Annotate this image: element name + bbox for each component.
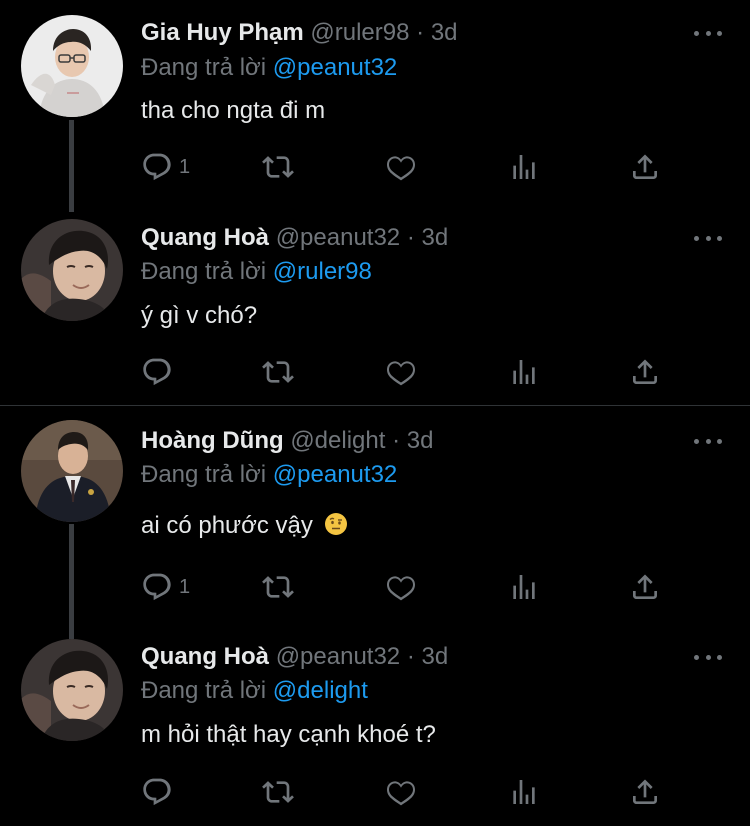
tweet-text: tha cho ngta đi m	[141, 97, 326, 124]
more-dots-icon[interactable]	[694, 652, 722, 662]
avatar[interactable]	[21, 15, 123, 117]
analytics-icon	[513, 155, 535, 179]
display-name[interactable]: Hoàng Dũng	[141, 427, 284, 454]
more-dots-icon[interactable]	[694, 28, 722, 38]
display-name[interactable]: Quang Hoà	[141, 643, 269, 670]
share-button[interactable]	[629, 567, 661, 607]
retweet-button[interactable]	[262, 772, 294, 812]
replying-prefix: Đang trả lời	[141, 258, 267, 285]
retweet-icon	[262, 576, 294, 598]
tweet[interactable]: Hoàng Dũng @delight · 3d Đang trả lời @p…	[0, 406, 750, 639]
heart-icon	[387, 576, 415, 601]
timestamp[interactable]: 3d	[422, 643, 449, 670]
retweet-icon	[262, 156, 294, 178]
analytics-button[interactable]	[508, 772, 540, 812]
action-bar: 1	[0, 567, 750, 607]
analytics-icon	[513, 575, 535, 599]
reply-icon	[143, 153, 171, 181]
user-handle[interactable]: @peanut32	[276, 643, 400, 670]
timestamp[interactable]: 3d	[407, 427, 434, 454]
share-button[interactable]	[629, 147, 661, 187]
tweet[interactable]: Gia Huy Phạm @ruler98 · 3d Đang trả lời …	[0, 0, 750, 212]
action-bar	[0, 772, 750, 812]
heart-icon	[387, 361, 415, 386]
timestamp[interactable]: 3d	[431, 19, 458, 46]
replying-to-line: Đang trả lời @ruler98	[141, 256, 372, 288]
retweet-icon	[262, 361, 294, 383]
reply-button[interactable]: 1	[141, 567, 190, 607]
replying-to-line: Đang trả lời @peanut32	[141, 459, 397, 491]
analytics-button[interactable]	[508, 567, 540, 607]
share-icon	[633, 779, 657, 804]
replying-to-line: Đang trả lời @delight	[141, 675, 368, 707]
like-button[interactable]	[385, 772, 417, 812]
user-handle[interactable]: @ruler98	[310, 19, 409, 46]
reply-button[interactable]: 1	[141, 147, 190, 187]
analytics-button[interactable]	[508, 147, 540, 187]
avatar[interactable]	[21, 639, 123, 741]
display-name[interactable]: Gia Huy Phạm	[141, 19, 304, 46]
timestamp[interactable]: 3d	[422, 224, 449, 251]
more-dots-icon[interactable]	[694, 436, 722, 446]
retweet-button[interactable]	[262, 352, 294, 392]
mention-link[interactable]: @delight	[273, 677, 368, 704]
retweet-button[interactable]	[262, 567, 294, 607]
raised-eyebrow-emoji	[324, 513, 347, 535]
action-bar	[0, 352, 750, 392]
avatar[interactable]	[21, 219, 123, 321]
tweet-text: ai có phước vậy	[141, 512, 313, 539]
reply-count: 1	[179, 575, 191, 598]
share-button[interactable]	[629, 772, 661, 812]
separator-dot: ·	[416, 19, 425, 46]
user-handle[interactable]: @delight	[290, 427, 385, 454]
reply-button[interactable]	[141, 352, 179, 392]
separator-dot: ·	[392, 427, 401, 454]
mention-link[interactable]: @peanut32	[273, 54, 397, 81]
mention-link[interactable]: @ruler98	[273, 258, 372, 285]
tweet[interactable]: Quang Hoà @peanut32 · 3d Đang trả lời @r…	[0, 205, 750, 405]
analytics-icon	[513, 360, 535, 384]
reply-icon	[143, 358, 171, 386]
separator-dot: ·	[406, 643, 415, 670]
retweet-button[interactable]	[262, 147, 294, 187]
share-button[interactable]	[629, 352, 661, 392]
replying-prefix: Đang trả lời	[141, 54, 267, 81]
analytics-icon	[513, 780, 535, 804]
user-handle[interactable]: @peanut32	[276, 224, 400, 251]
reply-icon	[143, 778, 171, 806]
like-button[interactable]	[385, 352, 417, 392]
tweet[interactable]: Quang Hoà @peanut32 · 3d Đang trả lời @d…	[0, 624, 750, 826]
action-bar: 1	[0, 147, 750, 187]
retweet-icon	[262, 781, 294, 803]
share-icon	[633, 154, 657, 179]
reply-icon	[143, 573, 171, 601]
replying-prefix: Đang trả lời	[141, 677, 267, 704]
reply-count: 1	[179, 155, 191, 178]
separator-dot: ·	[406, 224, 415, 251]
analytics-button[interactable]	[508, 352, 540, 392]
tweet-text-line: ai có phước vậy	[141, 510, 348, 542]
replying-prefix: Đang trả lời	[141, 461, 267, 488]
like-button[interactable]	[385, 567, 417, 607]
more-dots-icon[interactable]	[694, 233, 722, 243]
heart-icon	[387, 156, 415, 181]
like-button[interactable]	[385, 147, 417, 187]
heart-icon	[387, 781, 415, 806]
avatar[interactable]	[21, 420, 123, 522]
tweet-text: m hỏi thật hay cạnh khoé t?	[141, 721, 436, 748]
mention-link[interactable]: @peanut32	[273, 461, 397, 488]
display-name[interactable]: Quang Hoà	[141, 224, 269, 251]
replying-to-line: Đang trả lời @peanut32	[141, 52, 397, 84]
tweet-text: ý gì v chó?	[141, 302, 258, 329]
share-icon	[633, 359, 657, 384]
reply-button[interactable]	[141, 772, 179, 812]
share-icon	[633, 574, 657, 599]
